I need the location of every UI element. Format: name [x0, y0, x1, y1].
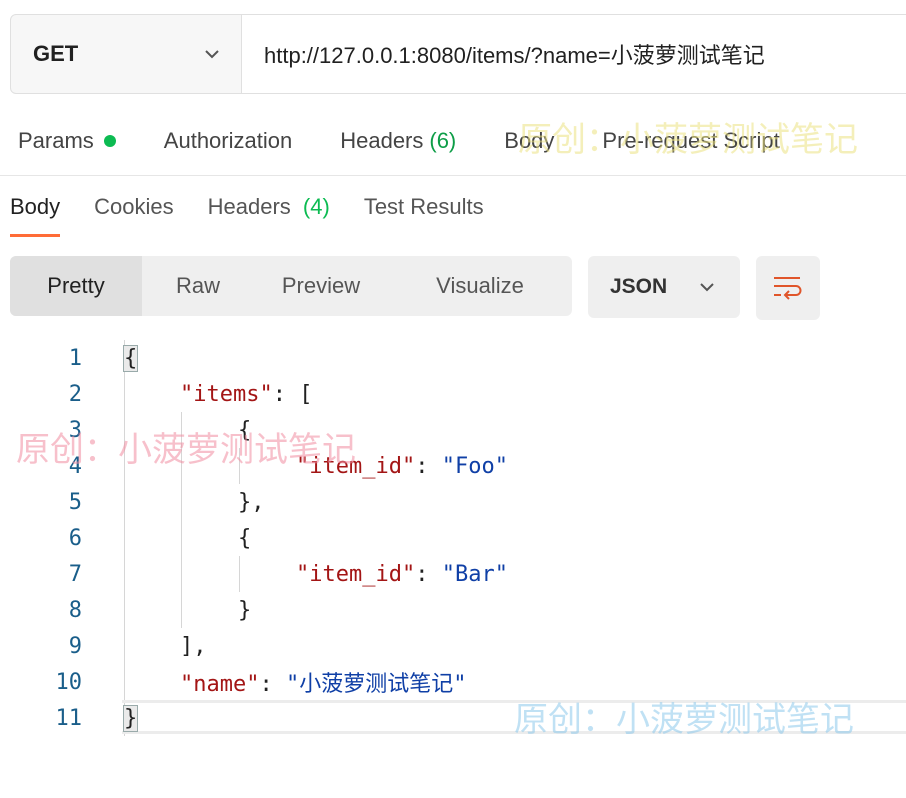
- method-select[interactable]: GET: [11, 15, 242, 93]
- params-active-dot-icon: [103, 135, 116, 147]
- code-text: "name": "小菠萝测试笔记": [180, 666, 466, 698]
- code-text: }: [122, 704, 139, 732]
- response-tab-headers-label: Headers: [207, 194, 291, 219]
- chevron-down-icon: [700, 283, 714, 292]
- view-visualize-button[interactable]: Visualize: [388, 256, 572, 316]
- response-tab-cookies-label: Cookies: [94, 194, 174, 219]
- request-tabs: Params Authorization Headers (6) Body Pr…: [18, 118, 906, 164]
- tab-body-label: Body: [504, 128, 555, 153]
- code-line: 9 ],: [0, 628, 906, 664]
- wrap-lines-button[interactable]: [756, 256, 820, 320]
- code-line: 7 "item_id": "Bar": [0, 556, 906, 592]
- code-line: 6 {: [0, 520, 906, 556]
- response-tab-headers[interactable]: Headers (4): [208, 186, 330, 220]
- url-input[interactable]: http://127.0.0.1:8080/items/?name=小菠萝测试笔…: [242, 15, 906, 93]
- line-number: 4: [68, 453, 82, 479]
- view-pretty-button[interactable]: Pretty: [10, 256, 142, 316]
- code-text: ],: [180, 633, 207, 659]
- response-tab-body[interactable]: Body: [10, 186, 61, 237]
- tab-headers-count: (6): [429, 128, 457, 153]
- tab-authorization[interactable]: Authorization: [164, 128, 292, 154]
- response-tab-test-results[interactable]: Test Results: [364, 186, 484, 220]
- tab-prerequest-script[interactable]: Pre-request Script: [602, 128, 779, 154]
- tab-params-label: Params: [18, 128, 94, 153]
- json-string: "Bar": [441, 561, 508, 587]
- line-number: 11: [55, 705, 83, 731]
- response-tabs: Body Cookies Headers (4) Test Results: [10, 186, 906, 242]
- code-text: }: [238, 597, 252, 623]
- code-line: 1 {: [0, 340, 906, 376]
- response-tab-body-label: Body: [10, 194, 61, 219]
- chevron-down-icon: [205, 50, 219, 59]
- view-preview-button[interactable]: Preview: [254, 256, 388, 316]
- matched-brace: }: [122, 704, 139, 732]
- json-punct: :: [415, 453, 442, 479]
- format-label: JSON: [610, 275, 668, 298]
- line-number: 1: [68, 345, 82, 371]
- format-select[interactable]: JSON: [588, 256, 740, 318]
- url-text: http://127.0.0.1:8080/items/?name=小菠萝测试笔…: [264, 43, 765, 68]
- tab-body[interactable]: Body: [504, 128, 554, 154]
- tab-headers[interactable]: Headers (6): [340, 128, 456, 154]
- view-mode-group: Pretty Raw Preview Visualize: [10, 256, 572, 316]
- tab-params[interactable]: Params: [18, 128, 116, 154]
- code-line: 5 },: [0, 484, 906, 520]
- line-number: 10: [55, 669, 83, 695]
- tab-headers-label: Headers: [340, 128, 424, 153]
- code-text: {: [122, 344, 139, 372]
- code-text: "item_id": "Foo": [296, 454, 508, 479]
- code-text: "item_id": "Bar": [296, 562, 508, 587]
- response-tab-headers-count: (4): [302, 194, 330, 219]
- json-string: "小菠萝测试笔记": [285, 672, 467, 697]
- code-line: 3 {: [0, 412, 906, 448]
- code-text: {: [238, 525, 252, 551]
- response-tab-test-results-label: Test Results: [363, 194, 484, 219]
- request-bar: GET http://127.0.0.1:8080/items/?name=小菠…: [10, 14, 906, 94]
- code-line: 2 "items": [: [0, 376, 906, 412]
- code-line: 10 "name": "小菠萝测试笔记": [0, 664, 906, 700]
- line-number: 3: [68, 417, 82, 443]
- section-divider: [0, 175, 906, 176]
- tab-authorization-label: Authorization: [163, 128, 293, 153]
- code-line: 11 }: [0, 700, 906, 736]
- json-punct: : [: [272, 381, 313, 407]
- response-body-viewer[interactable]: 1 { 2 "items": [ 3 { 4 "item_id": "Foo" …: [0, 340, 906, 760]
- line-number: 7: [68, 561, 82, 587]
- json-key: "items": [180, 381, 273, 407]
- tab-prerequest-label: Pre-request Script: [602, 128, 780, 153]
- view-raw-button[interactable]: Raw: [142, 256, 254, 316]
- method-label: GET: [33, 41, 79, 66]
- code-line: 4 "item_id": "Foo": [0, 448, 906, 484]
- json-punct: :: [415, 561, 442, 587]
- line-number: 2: [68, 381, 82, 407]
- json-string: "Foo": [441, 453, 508, 479]
- code-text: {: [238, 417, 252, 443]
- code-text: "items": [: [180, 382, 312, 407]
- line-number: 9: [68, 633, 82, 659]
- json-key: "item_id": [296, 453, 416, 479]
- line-number: 8: [68, 597, 82, 623]
- line-number: 5: [68, 489, 82, 515]
- json-key: "name": [180, 672, 260, 697]
- code-line: 8 }: [0, 592, 906, 628]
- response-tab-cookies[interactable]: Cookies: [94, 186, 173, 220]
- json-punct: :: [259, 672, 286, 697]
- matched-brace: {: [122, 344, 139, 372]
- code-text: },: [238, 489, 265, 515]
- line-number: 6: [68, 525, 82, 551]
- wrap-lines-icon: [774, 277, 802, 300]
- json-key: "item_id": [296, 561, 416, 587]
